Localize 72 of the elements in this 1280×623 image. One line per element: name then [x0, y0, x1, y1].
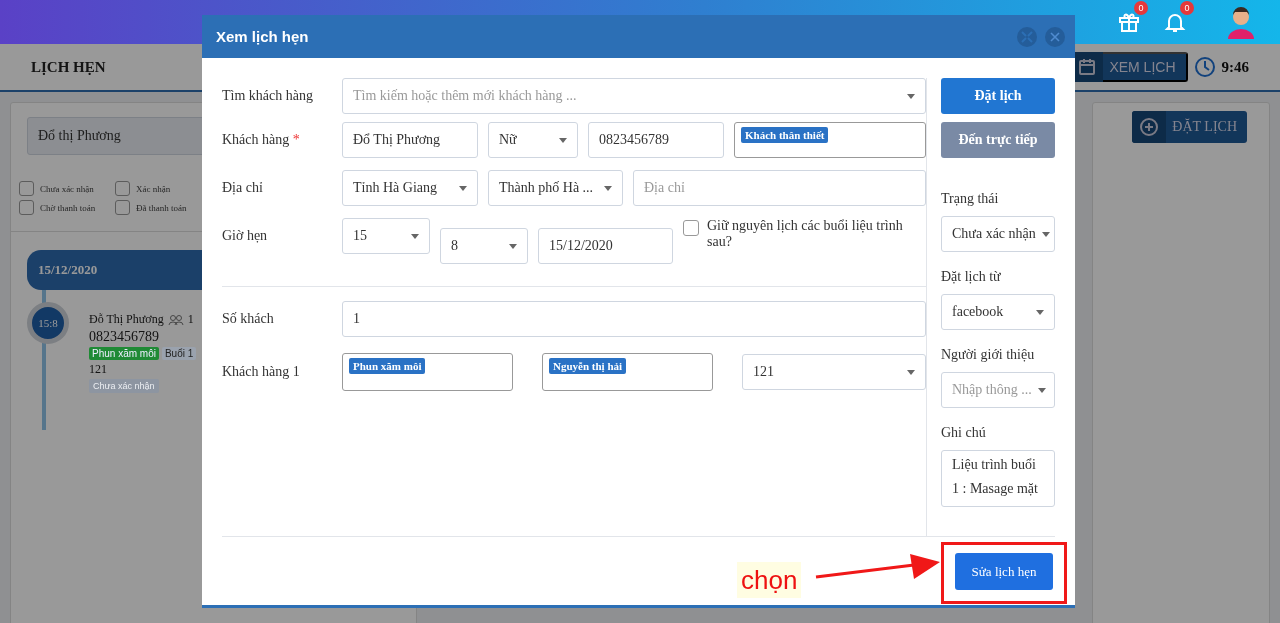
phone-field[interactable]: 0823456789	[588, 122, 724, 158]
gender-select[interactable]: Nữ	[488, 122, 578, 158]
source-select[interactable]: facebook	[941, 294, 1055, 330]
caret-icon	[559, 137, 567, 143]
time-marker: 15:8	[27, 302, 69, 344]
group-icon	[167, 313, 184, 326]
minute-select[interactable]: 8	[440, 228, 528, 264]
caret-icon	[907, 93, 915, 99]
field-label: Trạng thái	[941, 191, 1000, 207]
field-label: Giờ hẹn	[222, 228, 269, 244]
annotation-label: chọn	[737, 562, 802, 598]
customer-name: Đỗ Thị Phương	[89, 312, 164, 327]
guest-count-field[interactable]: 1	[342, 301, 926, 337]
status-select[interactable]: Chưa xác nhận	[941, 216, 1055, 252]
caret-icon	[1037, 387, 1046, 393]
field-label: Đặt lịch từ	[941, 269, 1002, 285]
room-number: 121	[89, 362, 108, 377]
phone-number: 0823456789	[89, 329, 160, 345]
close-icon[interactable]	[1045, 26, 1065, 47]
guest-count: 1	[187, 312, 194, 327]
date-field[interactable]: 15/12/2020	[538, 228, 673, 264]
staff-field[interactable]: Nguyễn thị hải	[542, 353, 713, 391]
calendar-icon	[1078, 58, 1097, 76]
hour-select[interactable]: 15	[342, 218, 430, 254]
caret-icon	[459, 185, 467, 191]
service-field[interactable]: Phun xăm môi	[342, 353, 513, 391]
caret-icon	[907, 369, 915, 375]
field-label: Số khách	[222, 311, 275, 327]
field-label: Địa chỉ	[222, 180, 264, 196]
city-select[interactable]: Thành phố Hà ...	[488, 170, 623, 206]
caret-icon	[509, 243, 517, 249]
note-field[interactable]: Liệu trình buổi 1 : Masage mặt	[941, 450, 1055, 507]
page-title: LỊCH HẸN	[31, 58, 107, 76]
mode-button[interactable]: Đặt lịch	[941, 78, 1055, 114]
service-tag: Phun xăm môi	[349, 358, 426, 374]
notification-badge: 0	[1180, 1, 1194, 15]
checkbox[interactable]	[19, 181, 34, 196]
caret-icon	[1036, 309, 1044, 315]
checkbox-label: Đã thanh toán	[136, 202, 187, 213]
field-label: Khách hàng *	[222, 132, 301, 148]
save-button[interactable]: Sửa lịch hẹn	[955, 553, 1053, 590]
clock-icon	[1193, 56, 1216, 78]
checkbox[interactable]	[115, 200, 130, 215]
staff-tag: Nguyễn thị hải	[549, 358, 627, 374]
customer-tag: Khách thân thiết	[741, 127, 829, 143]
caret-icon	[1041, 231, 1050, 237]
name-field[interactable]: Đổ Thị Phương	[342, 122, 478, 158]
caret-icon	[411, 233, 419, 239]
checkbox[interactable]	[19, 200, 34, 215]
service-tag: Phun xăm môi	[89, 347, 159, 360]
field-label: Tìm khách hàng	[222, 88, 314, 104]
notification-badge: 0	[1134, 1, 1148, 15]
province-select[interactable]: Tỉnh Hà Giang	[342, 170, 478, 206]
checkbox-label: Chưa xác nhận	[40, 183, 94, 194]
service-tag: Buổi 1	[161, 347, 197, 360]
checkbox-label: Chờ thanh toán	[40, 202, 96, 213]
field-label: Người giới thiệu	[941, 347, 1036, 363]
checkbox-label: Xác nhận	[136, 183, 171, 194]
checkbox[interactable]	[683, 220, 699, 236]
room-select[interactable]: 121	[742, 354, 926, 390]
customer-tag-field[interactable]: Khách thân thiết	[734, 122, 926, 158]
plus-icon	[1139, 117, 1160, 137]
clock-time: 9:46	[1221, 58, 1249, 76]
mode-button[interactable]: Đến trực tiếp	[941, 122, 1055, 158]
status-tag: Chưa xác nhận	[89, 379, 159, 393]
expand-icon[interactable]	[1017, 26, 1037, 47]
field-label: Ghi chú	[941, 425, 987, 441]
dialog-title: Xem lịch hẹn	[216, 28, 310, 45]
field-label: Khách hàng 1	[222, 364, 301, 380]
checkbox-label: Giữ nguyên lịch các buổi liệu trình sau?	[707, 218, 903, 250]
caret-icon	[604, 185, 612, 191]
checkbox[interactable]	[115, 181, 130, 196]
